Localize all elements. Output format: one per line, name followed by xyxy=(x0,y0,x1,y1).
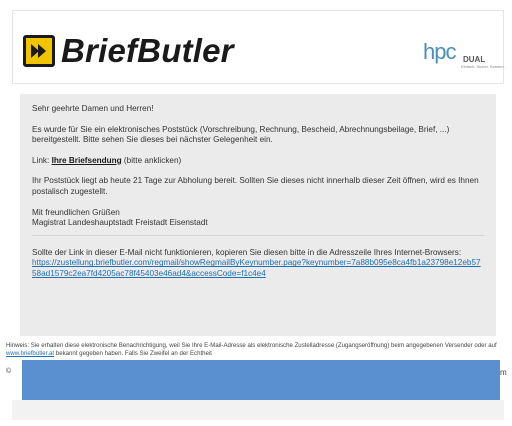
intro-paragraph: Es wurde für Sie ein elektronisches Post… xyxy=(32,124,450,145)
availability-paragraph: Ihr Poststück liegt ab heute 21 Tage zur… xyxy=(32,176,479,196)
footer-bar xyxy=(12,400,504,420)
redaction-overlay xyxy=(22,360,500,400)
fallback-paragraph: Sollte der Link in dieser E-Mail nicht f… xyxy=(32,248,484,280)
briefsendung-link[interactable]: Ihre Briefsendung xyxy=(52,156,122,165)
greeting: Sehr geehrte Damen und Herren! xyxy=(32,104,154,113)
briefbutler-logo-icon xyxy=(23,35,55,67)
trailing-char-left: © xyxy=(6,368,12,375)
hpc-dual-logo: hpc DUAL Einfach. Sicher. Senden. xyxy=(423,39,505,71)
trailing-char-right: m xyxy=(500,368,507,377)
hpc-letters: hpc xyxy=(423,39,456,64)
fallback-text: Sollte der Link in dieser E-Mail nicht f… xyxy=(32,247,462,257)
divider xyxy=(32,234,484,236)
briefbutler-website-link[interactable]: www.briefbutler.at xyxy=(6,350,54,357)
link-prefix: Link: xyxy=(32,155,52,165)
link-line: Link: Ihre Briefsendung (bitte anklicken… xyxy=(32,156,484,167)
email-header: BriefButler hpc DUAL Einfach. Sicher. Se… xyxy=(12,10,505,84)
closing: Mit freundlichen Grüßen xyxy=(32,207,120,217)
message-body: Sehr geehrte Damen und Herren! Es wurde … xyxy=(20,94,496,336)
link-suffix: (bitte anklicken) xyxy=(121,155,182,165)
sender-name: Magistrat Landeshauptstadt Freistadt Eis… xyxy=(32,218,208,228)
hint-text-before: Hinweis: Sie erhalten diese elektronisch… xyxy=(6,342,497,349)
hpc-tagline: Einfach. Sicher. Senden. xyxy=(461,64,505,69)
fallback-url-link[interactable]: https://zustellung.briefbutler.com/regma… xyxy=(32,258,481,278)
briefbutler-logo: BriefButler xyxy=(23,31,234,71)
hint-text: Hinweis: Sie erhalten diese elektronisch… xyxy=(6,342,506,358)
hpc-dual-text: DUAL xyxy=(463,55,486,64)
logo-text: BriefButler xyxy=(61,32,234,69)
signature: Mit freundlichen Grüßen Magistrat Landes… xyxy=(32,208,484,229)
hint-text-after: bekannt gegeben haben. Falls Sie Zweifel… xyxy=(54,350,212,358)
